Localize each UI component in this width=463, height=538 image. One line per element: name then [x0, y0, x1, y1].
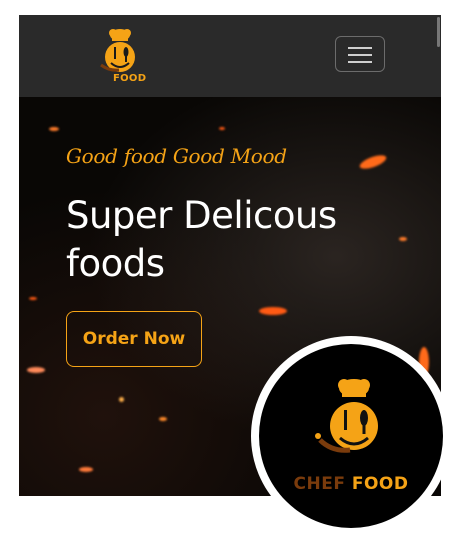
- navbar-logo[interactable]: FOOD: [91, 25, 151, 87]
- chef-food-badge: CHEF FOOD: [251, 336, 451, 536]
- ember-particle: [358, 152, 388, 172]
- ember-particle: [219, 127, 225, 130]
- ember-particle: [259, 307, 287, 315]
- ember-particle: [49, 127, 59, 131]
- hero-headline: Super Delicous foods: [66, 194, 337, 285]
- badge-brand-text: CHEF FOOD: [259, 474, 443, 494]
- navbar-toggler-button[interactable]: [335, 36, 385, 72]
- navbar-brand-text: FOOD: [113, 73, 146, 84]
- ember-particle: [79, 467, 93, 472]
- chef-food-logo-icon: [100, 29, 135, 72]
- badge-brand-prefix: CHEF: [293, 474, 346, 494]
- scrollbar-thumb[interactable]: [437, 17, 440, 47]
- hero-tagline: Good food Good Mood: [66, 144, 287, 168]
- ember-particle: [159, 417, 167, 421]
- order-now-button[interactable]: Order Now: [66, 311, 202, 367]
- navbar-brand-word: FOOD: [113, 73, 147, 84]
- ember-particle: [119, 397, 124, 402]
- badge-brand-word: FOOD: [351, 474, 409, 494]
- ember-particle: [29, 297, 37, 300]
- navbar: FOOD: [19, 15, 441, 97]
- ember-particle: [27, 367, 45, 373]
- chef-food-logo-icon: [315, 379, 378, 453]
- badge-inner-circle: CHEF FOOD: [259, 344, 443, 528]
